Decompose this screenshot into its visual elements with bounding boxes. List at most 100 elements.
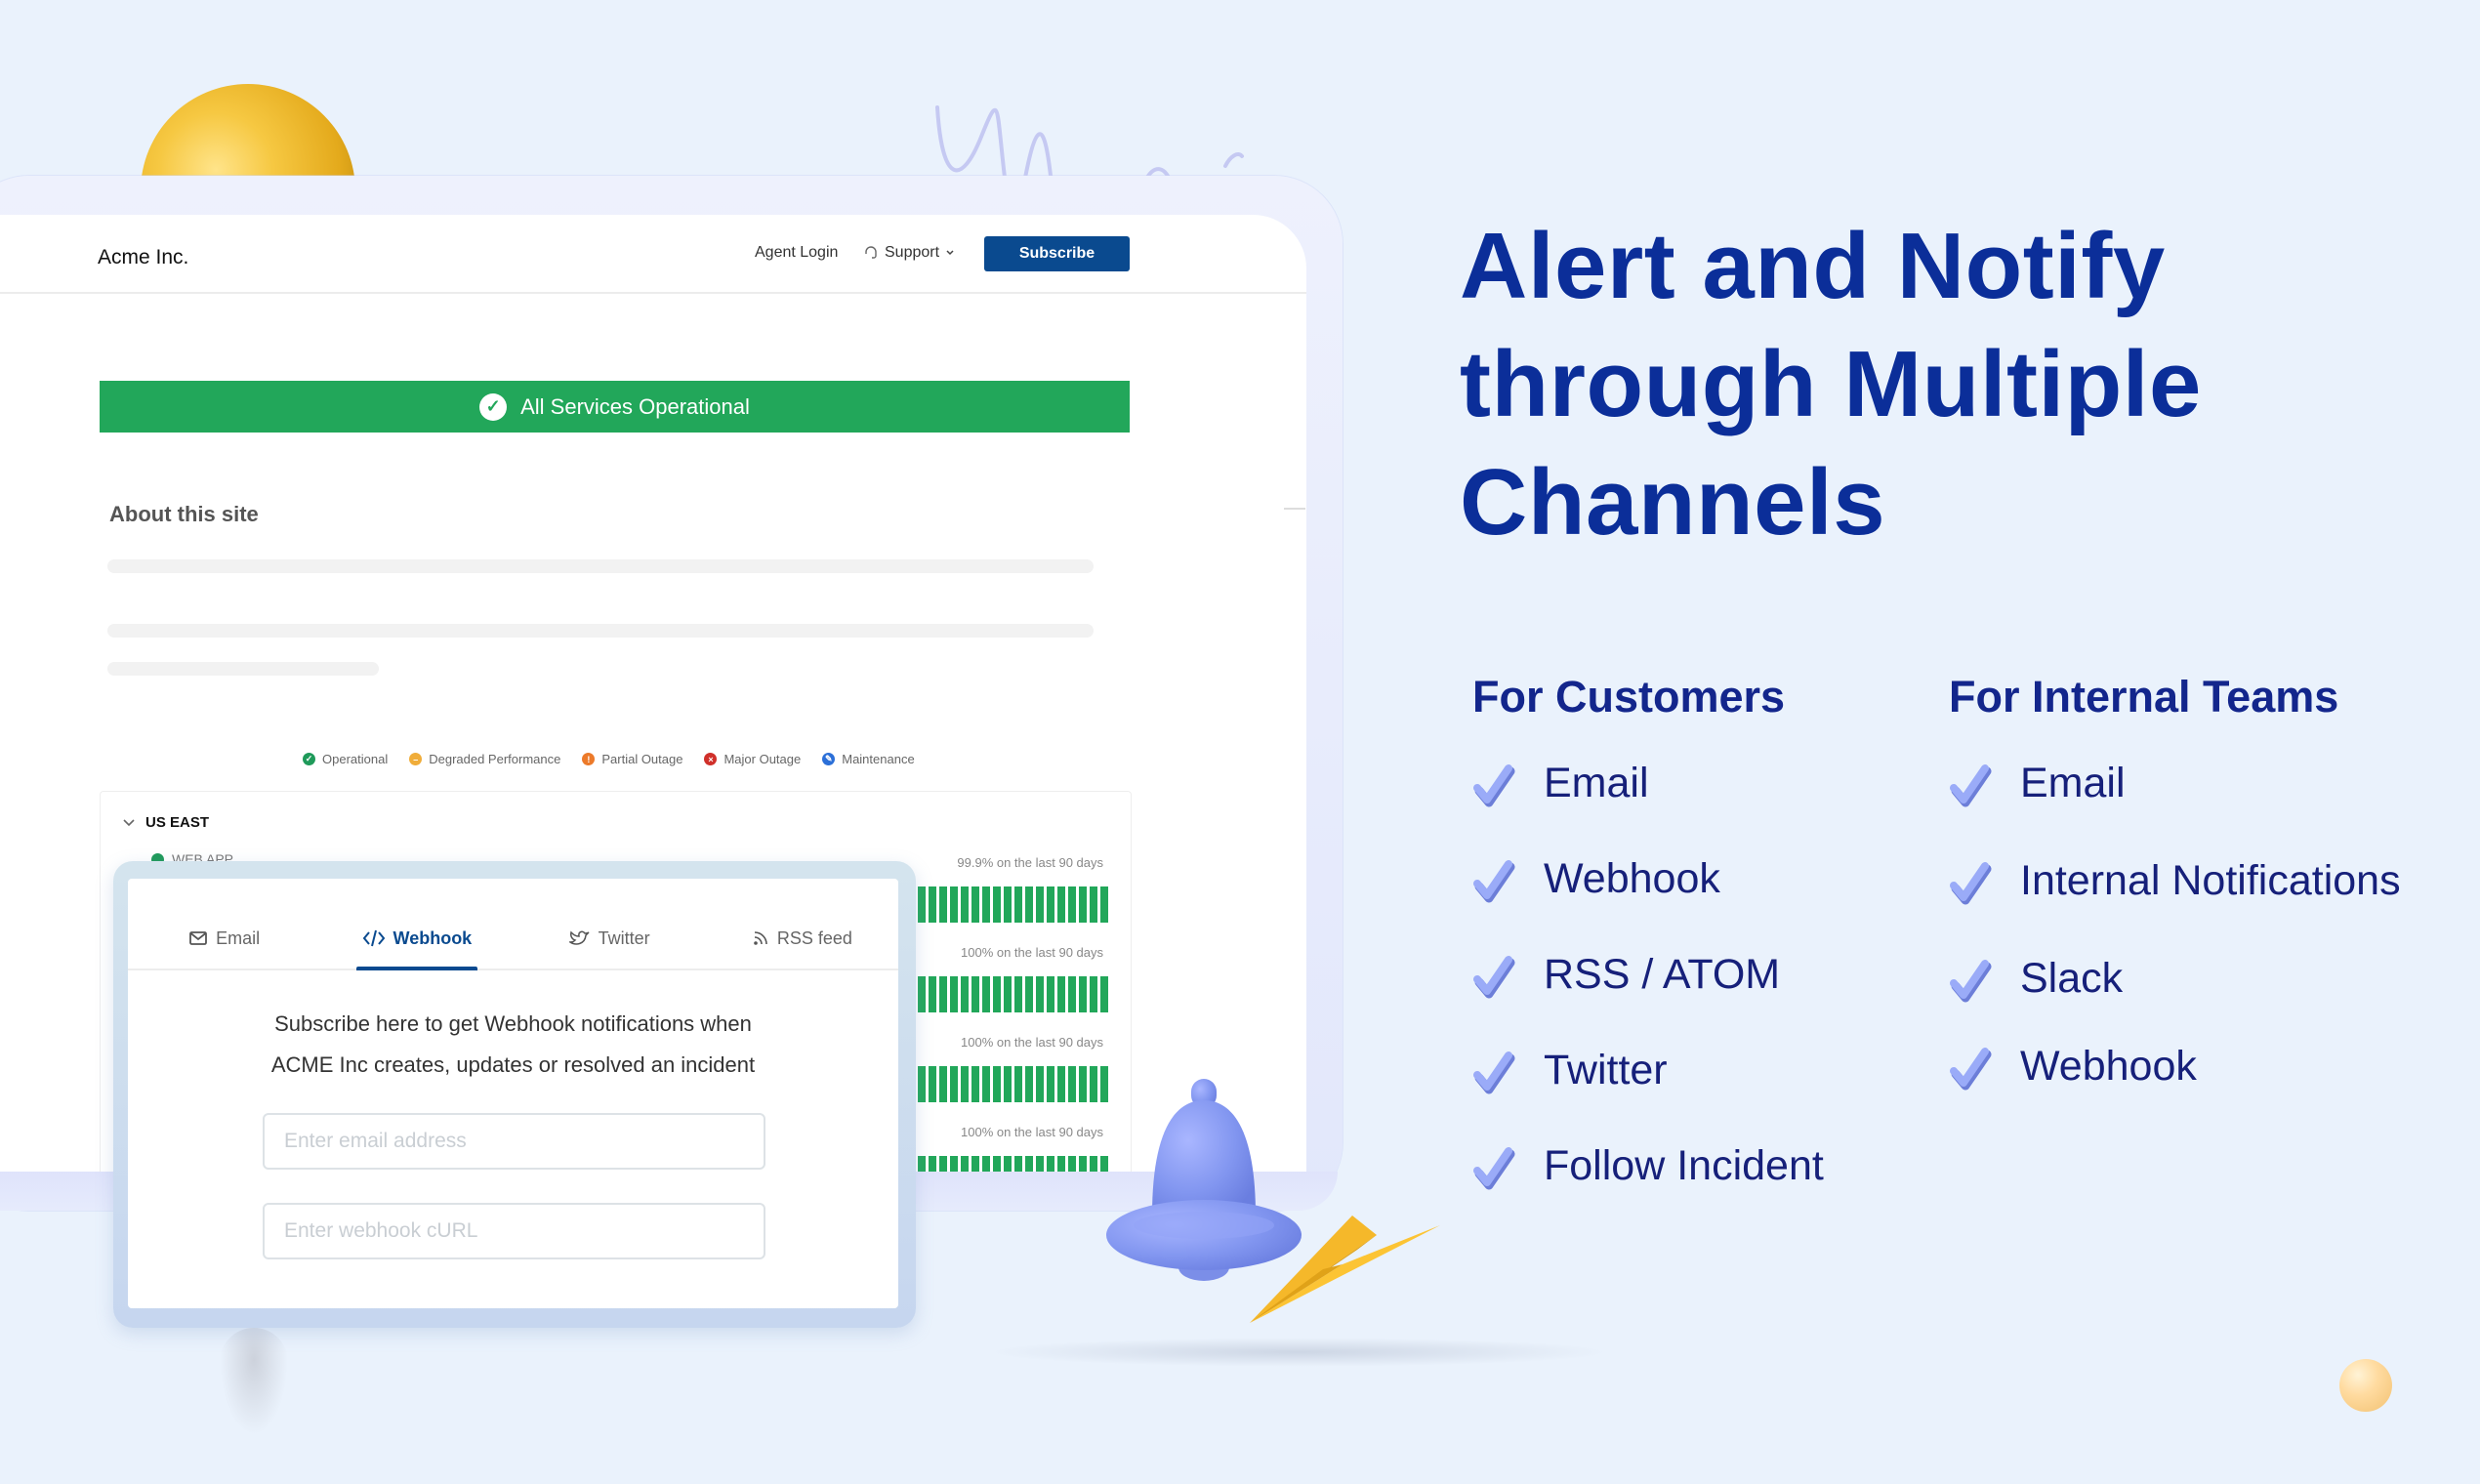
uptime-day-bar[interactable] [971,1066,979,1102]
uptime-day-bar[interactable] [982,886,990,923]
uptime-day-bar[interactable] [1068,1156,1076,1172]
uptime-day-bar[interactable] [918,1066,926,1102]
uptime-day-bar[interactable] [1079,1156,1087,1172]
uptime-day-bar[interactable] [982,1066,990,1102]
uptime-day-bar[interactable] [1036,886,1044,923]
feature-item: Email [1946,760,2126,807]
uptime-day-bar[interactable] [993,1156,1001,1172]
uptime-day-bar[interactable] [1068,976,1076,1012]
uptime-day-bar[interactable] [993,976,1001,1012]
uptime-day-bar[interactable] [1047,886,1054,923]
uptime-day-bar[interactable] [1004,1156,1012,1172]
uptime-day-bar[interactable] [961,1156,969,1172]
uptime-day-bar[interactable] [971,976,979,1012]
uptime-day-bar[interactable] [1079,1066,1087,1102]
uptime-day-bar[interactable] [1068,1066,1076,1102]
uptime-day-bar[interactable] [1090,886,1097,923]
uptime-day-bar[interactable] [993,1066,1001,1102]
region-name: US EAST [145,814,210,831]
uptime-day-bar[interactable] [971,1156,979,1172]
paper-plane-icon [1250,1216,1440,1323]
feature-item: Email [1469,760,1649,807]
tab-webhook[interactable]: Webhook [320,908,513,969]
uptime-bars [918,976,1108,1012]
uptime-day-bar[interactable] [993,886,1001,923]
decorative-shadow [986,1338,1611,1367]
uptime-day-bar[interactable] [1036,1066,1044,1102]
subscribe-button[interactable]: Subscribe [984,236,1130,271]
checkmark-icon [1473,1051,1515,1093]
tab-twitter[interactable]: Twitter [514,908,706,969]
uptime-day-bar[interactable] [1004,886,1012,923]
uptime-day-bar[interactable] [1079,976,1087,1012]
uptime-bars [918,1156,1108,1172]
uptime-day-bar[interactable] [982,1156,990,1172]
uptime-day-bar[interactable] [918,976,926,1012]
uptime-day-bar[interactable] [982,976,990,1012]
uptime-day-bar[interactable] [929,1156,936,1172]
uptime-day-bar[interactable] [1090,976,1097,1012]
uptime-day-bar[interactable] [1014,1156,1022,1172]
legend-label: Maintenance [842,752,915,766]
uptime-day-bar[interactable] [1036,976,1044,1012]
uptime-day-bar[interactable] [929,1066,936,1102]
status-dot-icon: ✎ [822,753,836,765]
uptime-day-bar[interactable] [1025,1156,1033,1172]
uptime-day-bar[interactable] [1004,1066,1012,1102]
subscribe-description: Subscribe here to get Webhook notificati… [128,1004,898,1086]
uptime-day-bar[interactable] [1068,886,1076,923]
uptime-day-bar[interactable] [971,886,979,923]
uptime-day-bar[interactable] [1100,886,1108,923]
uptime-day-bar[interactable] [1047,1066,1054,1102]
uptime-day-bar[interactable] [918,1156,926,1172]
tab-email[interactable]: Email [128,908,320,969]
uptime-day-bar[interactable] [950,976,958,1012]
uptime-day-bar[interactable] [1036,1156,1044,1172]
headline-line: Alert and Notify [1460,214,2166,318]
uptime-day-bar[interactable] [929,886,936,923]
uptime-day-bar[interactable] [1057,976,1065,1012]
uptime-day-bar[interactable] [1014,886,1022,923]
uptime-day-bar[interactable] [1014,1066,1022,1102]
feature-item: Twitter [1469,1047,1668,1094]
uptime-day-bar[interactable] [939,1156,947,1172]
uptime-day-bar[interactable] [1057,1066,1065,1102]
region-toggle[interactable]: US EAST [122,814,209,831]
uptime-day-bar[interactable] [1014,976,1022,1012]
uptime-day-bar[interactable] [1047,1156,1054,1172]
uptime-day-bar[interactable] [961,1066,969,1102]
uptime-day-bar[interactable] [939,976,947,1012]
tab-rss-feed[interactable]: RSS feed [706,908,898,969]
uptime-day-bar[interactable] [1047,976,1054,1012]
uptime-day-bar[interactable] [1100,976,1108,1012]
uptime-day-bar[interactable] [929,976,936,1012]
uptime-day-bar[interactable] [939,886,947,923]
feature-item: Webhook [1469,855,1720,903]
webhook-url-input[interactable] [263,1203,765,1259]
email-input[interactable] [263,1113,765,1170]
uptime-day-bar[interactable] [1025,976,1033,1012]
uptime-day-bar[interactable] [950,886,958,923]
uptime-day-bar[interactable] [1057,1156,1065,1172]
chevron-down-icon [946,250,954,256]
uptime-day-bar[interactable] [1025,1066,1033,1102]
uptime-day-bar[interactable] [961,886,969,923]
uptime-bars [918,1066,1108,1102]
uptime-day-bar[interactable] [961,976,969,1012]
uptime-day-bar[interactable] [1025,886,1033,923]
uptime-day-bar[interactable] [1004,976,1012,1012]
checkmark-icon [1473,955,1515,998]
uptime-day-bar[interactable] [918,886,926,923]
uptime-day-bar[interactable] [950,1156,958,1172]
support-menu[interactable]: Support [863,244,955,262]
feature-label: Email [1544,760,1649,806]
support-label: Support [885,244,940,261]
checkmark-icon [1950,861,1992,904]
agent-login-link[interactable]: Agent Login [755,244,838,262]
uptime-day-bar[interactable] [1057,886,1065,923]
uptime-day-bar[interactable] [950,1066,958,1102]
envelope-icon [189,931,208,945]
uptime-day-bar[interactable] [939,1066,947,1102]
uptime-day-bar[interactable] [1079,886,1087,923]
headline-line: Channels [1460,450,1886,555]
